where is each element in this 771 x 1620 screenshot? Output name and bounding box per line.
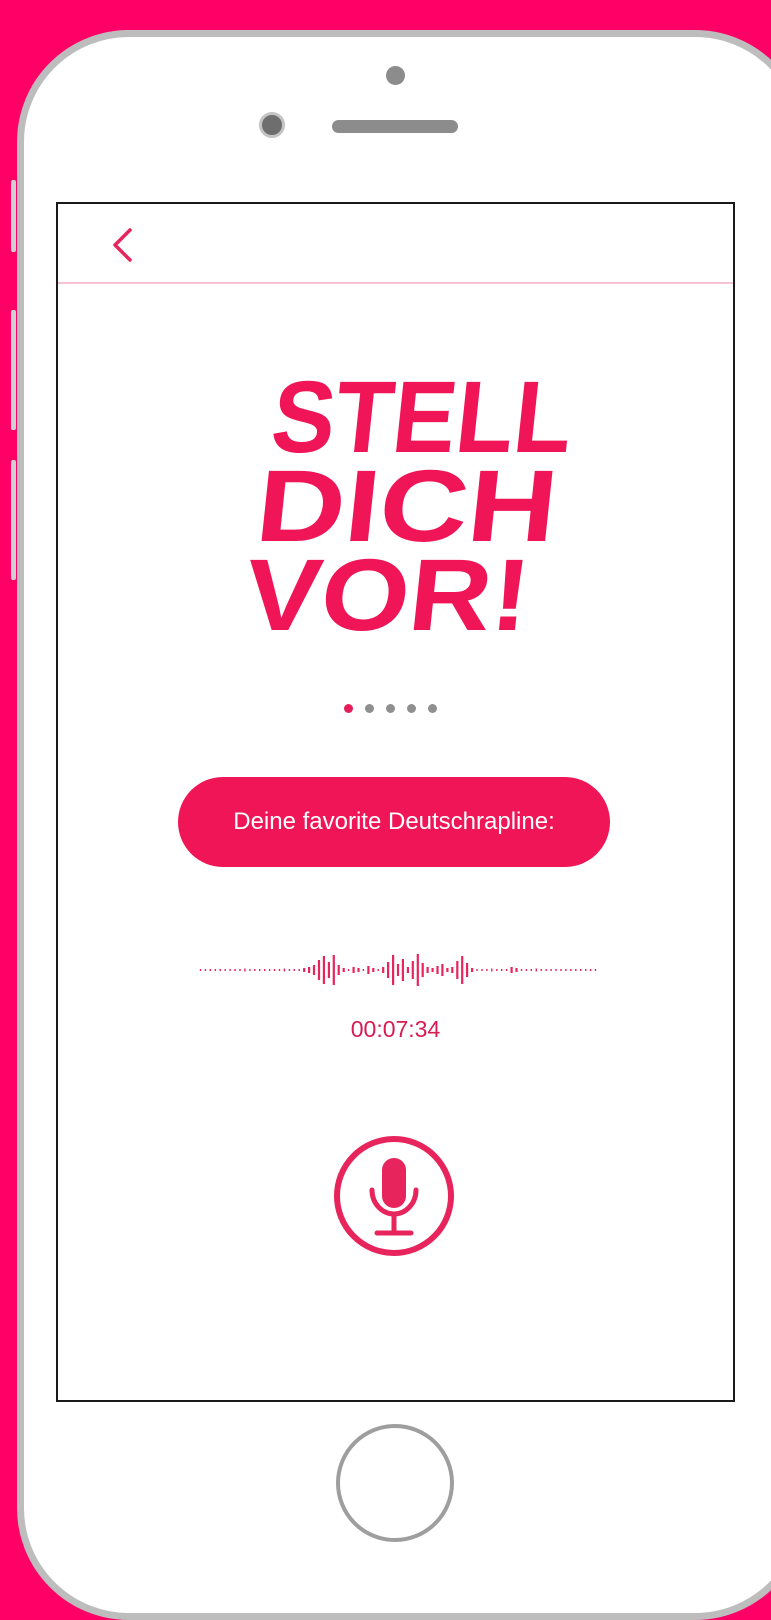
device-volume-down (11, 460, 16, 580)
logo-line-3: VOR! (240, 537, 536, 644)
back-button[interactable] (106, 224, 146, 266)
page-indicator (344, 700, 437, 716)
app-screen: STELL DICH VOR! Deine favorite Deutschra… (56, 202, 735, 1402)
page-dot (386, 703, 395, 713)
microphone-icon (334, 1136, 454, 1256)
front-camera (259, 112, 285, 138)
record-button[interactable] (332, 1134, 456, 1258)
earpiece-speaker (332, 120, 458, 133)
device-volume-up (11, 310, 16, 430)
home-button[interactable] (336, 1424, 454, 1542)
page-dot-active (344, 703, 353, 713)
prompt-button[interactable]: Deine favorite Deutschrapline: (178, 777, 610, 867)
page-dot (407, 703, 416, 713)
audio-waveform (199, 954, 597, 986)
chevron-left-icon (113, 228, 132, 262)
recording-timer: 00:07:34 (350, 1016, 441, 1042)
proximity-sensor (386, 66, 405, 85)
app-logo: STELL DICH VOR! (240, 364, 579, 644)
page-dot (365, 703, 374, 713)
navigation-bar (58, 204, 733, 284)
prompt-label: Deine favorite Deutschrapline: (233, 808, 555, 835)
device-mute-switch (11, 180, 16, 252)
page-dot (428, 703, 437, 713)
